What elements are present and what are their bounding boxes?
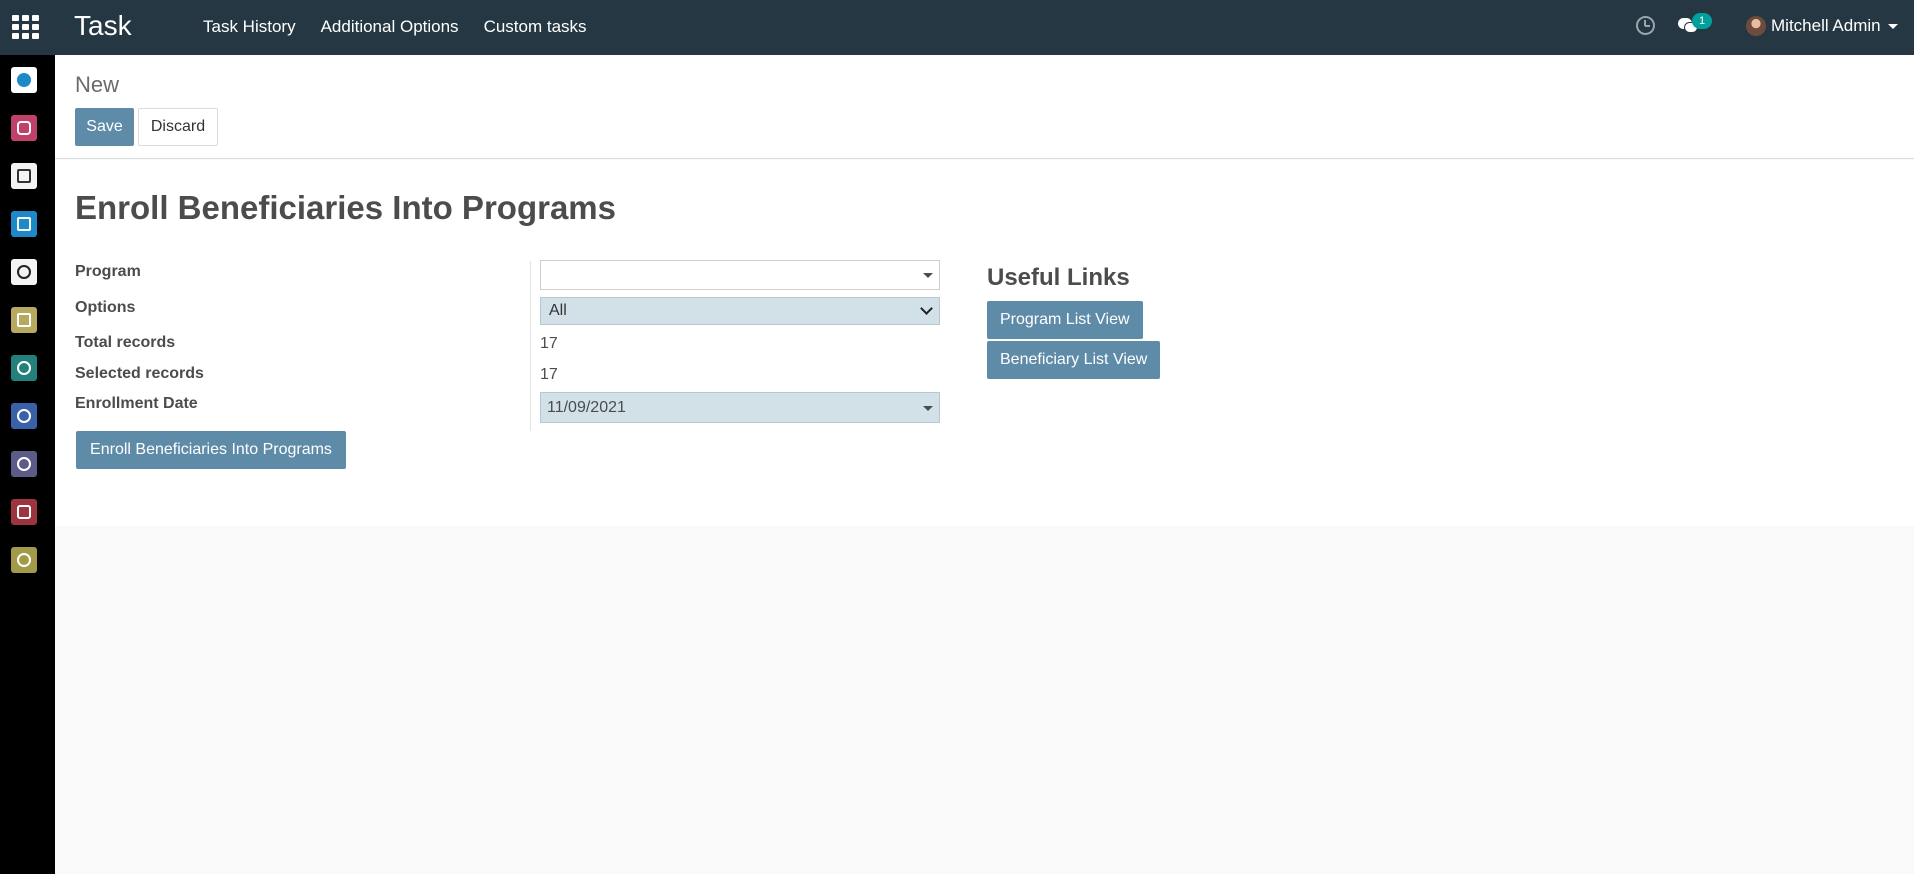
breadcrumb: New [75,72,120,97]
save-button[interactable]: Save [75,108,134,146]
calendar-icon[interactable] [11,307,37,333]
useful-links-title: Useful Links [987,264,1130,291]
field-separator [530,261,531,431]
enrollment-date-value: 11/09/2021 [547,399,626,416]
caret-down-icon [923,273,933,278]
caret-down-icon [923,406,933,411]
contacts-icon[interactable] [11,355,37,381]
search-icon[interactable] [11,451,37,477]
options-value: All [549,302,567,319]
options-select[interactable]: All [540,297,940,325]
user-name[interactable]: Mitchell Admin [1771,16,1881,36]
app-sidebar [0,55,55,874]
task-check-icon[interactable] [11,211,37,237]
avatar[interactable] [1746,16,1766,36]
top-navbar: Task Task History Additional Options Cus… [0,0,1914,55]
discard-button[interactable]: Discard [138,108,218,146]
total-records-label: Total records [75,334,176,351]
menu-task-history[interactable]: Task History [203,0,296,55]
support-icon[interactable] [11,403,37,429]
options-label: Options [75,299,136,316]
menu-additional-options[interactable]: Additional Options [321,0,459,55]
settings-icon[interactable] [11,547,37,573]
total-records-value: 17 [540,335,558,352]
eye-icon[interactable] [11,259,37,285]
program-select[interactable] [540,260,940,290]
apps-icon[interactable] [11,499,37,525]
top-menu: Task History Additional Options Custom t… [203,0,612,55]
menu-custom-tasks[interactable]: Custom tasks [484,0,587,55]
enroll-beneficiaries-button[interactable]: Enroll Beneficiaries Into Programs [76,431,346,469]
messages-count-badge: 1 [1692,13,1712,29]
grid-icon[interactable] [12,15,39,39]
caret-down-icon[interactable] [1888,24,1898,29]
enrollment-date-label: Enrollment Date [75,395,198,412]
app-brand[interactable]: Task [74,10,132,42]
chevron-down-icon [920,302,933,315]
enrollment-date-field[interactable]: 11/09/2021 [540,392,940,423]
beneficiary-list-view-button[interactable]: Beneficiary List View [987,341,1161,379]
control-panel: New Save Discard [55,55,1914,159]
helpdesk-icon[interactable] [11,67,37,93]
page-title: Enroll Beneficiaries Into Programs [75,189,616,226]
program-list-view-button[interactable]: Program List View [987,301,1143,339]
program-label: Program [75,263,141,280]
selected-records-label: Selected records [75,365,204,382]
discuss-icon[interactable] [11,115,37,141]
selected-records-value: 17 [540,366,558,383]
form-sheet: Enroll Beneficiaries Into Programs Progr… [55,160,1914,526]
payment-icon[interactable] [11,163,37,189]
clock-icon[interactable] [1636,16,1655,35]
